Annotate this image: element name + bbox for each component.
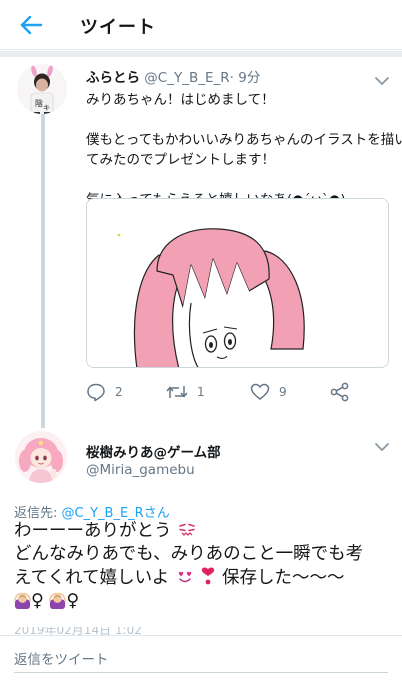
tweet-line: 僕もとってもかわいいみりあちゃんのイラストを描い てみたのでプレゼントします！ (86, 132, 402, 168)
page-title: ツイート (80, 17, 156, 38)
tweet-line: どんなみりあでも、みりあのこと一瞬でも考 (14, 544, 364, 564)
tweet-line: 保存した〜〜〜 (221, 568, 345, 588)
heart-eyes-emoji (178, 571, 192, 583)
retweet-icon (166, 386, 188, 398)
tweet-actions: 2 1 9 (86, 380, 366, 404)
avatar[interactable] (15, 431, 67, 483)
tweet-body: わーーーありがとう どんなみりあでも、みりあのこと一瞬でも考 えてくれて嬉しいよ… (14, 520, 394, 613)
replying-to: 返信先: @C_Y_B_E_Rさん (14, 502, 170, 521)
tweet-time: · 9分 (229, 70, 261, 86)
tweet-body: みりあちゃん！はじめまして！ 僕もとってもかわいいみりあちゃんのイラストを描い … (86, 90, 402, 210)
tweet-line: わーーーありがとう (14, 521, 172, 541)
author-name[interactable]: ふらとら (86, 70, 140, 86)
user-avatar-photo: 陰 キ (17, 64, 67, 114)
divider (0, 635, 402, 636)
female-sign-symbol: ♀ (66, 591, 80, 611)
author-name[interactable]: 桜樹みりあ@ゲーム部 (86, 441, 221, 461)
back-arrow-icon (20, 15, 43, 35)
reply-input-underline (14, 672, 388, 673)
tweet-line: みりあちゃん！はじめまして！ (86, 92, 275, 108)
tweet-header: ふらとら @C_Y_B_E_R· 9分 (86, 66, 260, 86)
tear-face-emoji (179, 523, 195, 536)
reply-tweet-input[interactable]: 返信をツイート (14, 648, 390, 670)
tweet-timestamp: 2019年02月14日 1:02 (14, 627, 214, 635)
chevron-down-icon (375, 77, 389, 85)
section-separator (0, 51, 402, 57)
timestamp-text: 2019年02月14日 1:02 (14, 627, 142, 635)
author-handle[interactable]: @C_Y_B_E_R (144, 70, 229, 86)
svg-text:キ: キ (43, 104, 50, 112)
thread-connector-line (41, 100, 45, 428)
retweet-button[interactable]: 1 (166, 380, 205, 404)
reply-button[interactable]: 2 (86, 380, 123, 404)
female-sign-symbol: ♀ (31, 591, 44, 611)
reply-count: 2 (115, 385, 123, 399)
share-button[interactable] (330, 380, 350, 404)
top-bar: ツイート (0, 0, 402, 50)
chevron-down-icon (375, 443, 389, 451)
back-button[interactable] (14, 10, 48, 40)
heart-icon (250, 383, 270, 400)
replying-to-label: 返信先: (14, 506, 58, 521)
tweet-menu-button[interactable] (374, 72, 390, 85)
replying-to-handle-link[interactable]: @C_Y_B_E_Rさん (62, 506, 170, 521)
woman-gesturing-ok-emoji (14, 592, 31, 609)
avatar[interactable]: 陰 キ (17, 64, 67, 114)
woman-gesturing-ok-emoji (49, 592, 67, 609)
tweet-menu-button[interactable] (374, 438, 390, 451)
tweet-line: えてくれて嬉しいよ (14, 568, 170, 588)
user-avatar-anime-girl (15, 431, 67, 483)
reply-icon (87, 383, 105, 402)
author-handle[interactable]: @Miria_gamebu (86, 462, 195, 478)
like-button[interactable]: 9 (250, 380, 287, 404)
svg-text:陰: 陰 (35, 98, 43, 108)
tweet-media-image[interactable] (86, 198, 389, 368)
share-icon (330, 382, 349, 402)
illustration-drawing (87, 199, 388, 367)
retweet-count: 1 (197, 385, 205, 399)
heart-exclamation-emoji (202, 567, 215, 585)
like-count: 9 (279, 385, 287, 399)
